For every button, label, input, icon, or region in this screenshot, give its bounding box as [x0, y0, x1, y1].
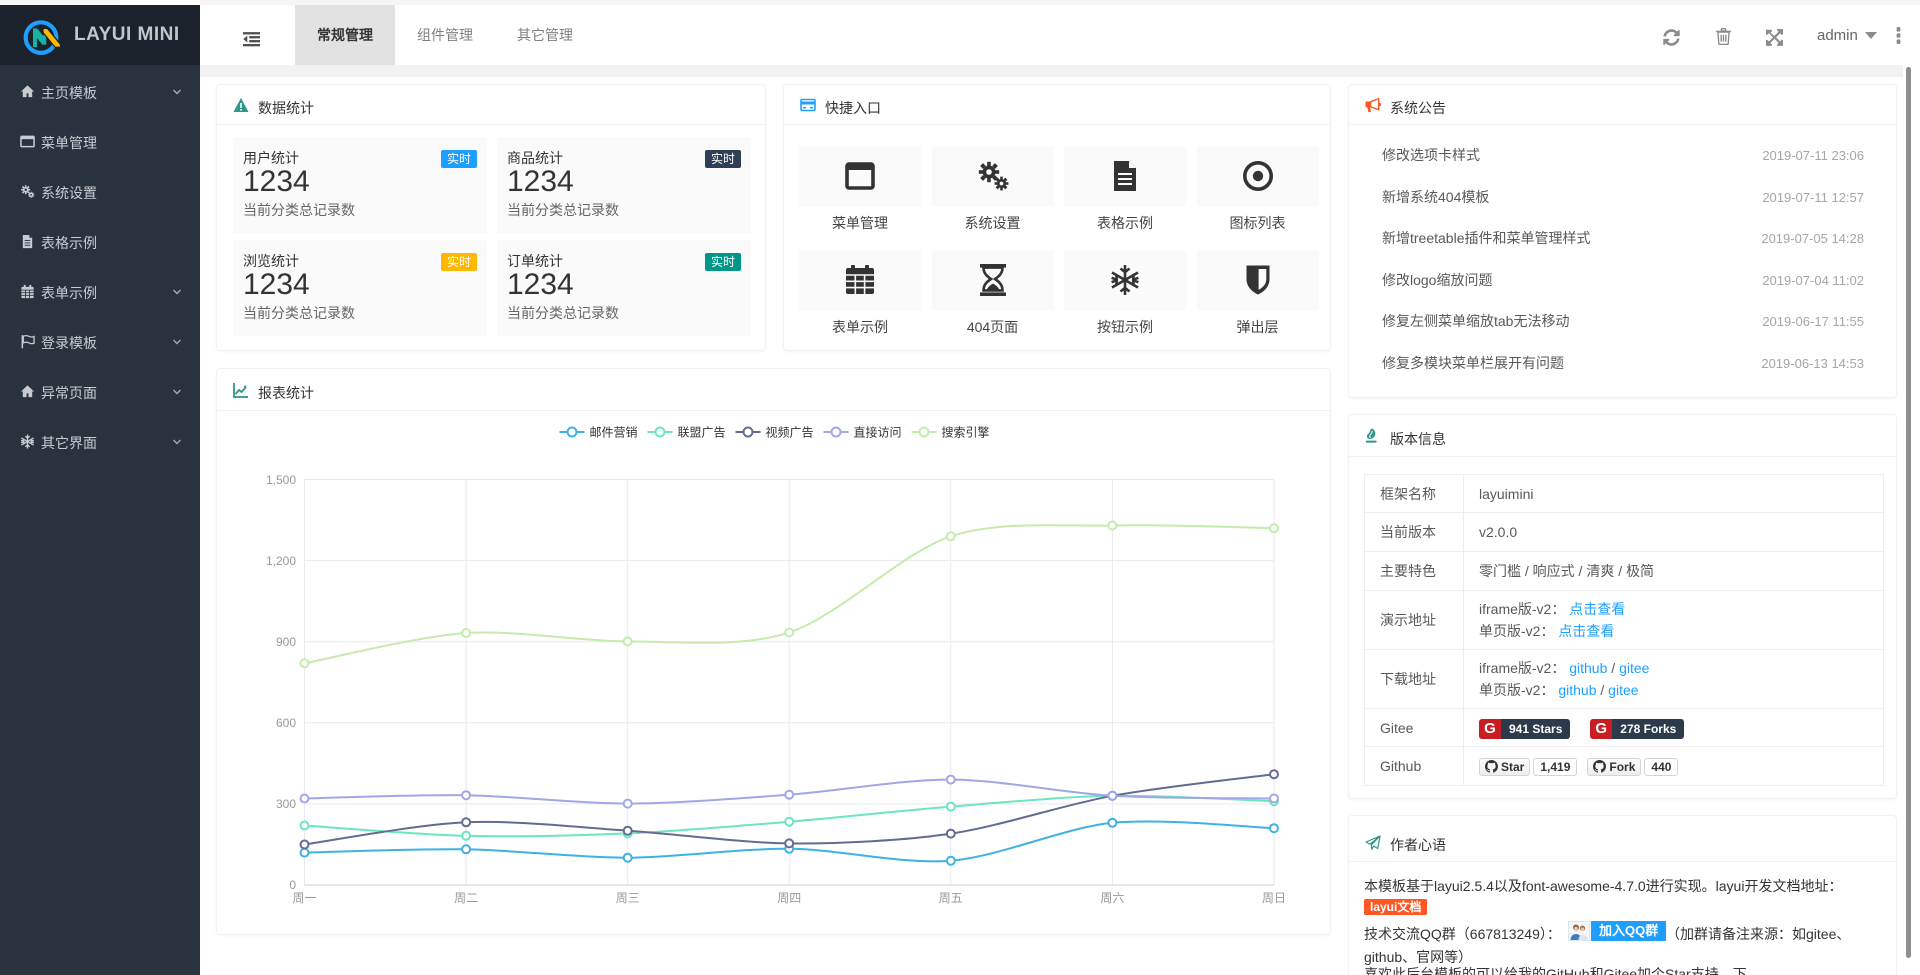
svg-text:邮件营销: 邮件营销 — [590, 426, 638, 440]
svg-text:周三: 周三 — [616, 891, 640, 905]
svg-text:周二: 周二 — [454, 891, 478, 905]
svg-text:周日: 周日 — [1262, 891, 1286, 905]
svg-text:直接访问: 直接访问 — [854, 425, 902, 440]
svg-text:搜索引擎: 搜索引擎 — [942, 425, 990, 440]
svg-text:周四: 周四 — [777, 891, 801, 905]
svg-text:1,200: 1,200 — [266, 554, 296, 568]
svg-text:联盟广告: 联盟广告 — [678, 426, 726, 440]
svg-text:周五: 周五 — [939, 891, 963, 905]
svg-text:0: 0 — [289, 878, 296, 892]
svg-text:300: 300 — [276, 797, 296, 811]
svg-text:600: 600 — [276, 716, 296, 730]
svg-text:视频广告: 视频广告 — [766, 425, 814, 440]
svg-text:周六: 周六 — [1100, 891, 1124, 905]
svg-text:1,500: 1,500 — [266, 473, 296, 487]
svg-text:周一: 周一 — [292, 891, 316, 905]
svg-text:900: 900 — [276, 635, 296, 649]
